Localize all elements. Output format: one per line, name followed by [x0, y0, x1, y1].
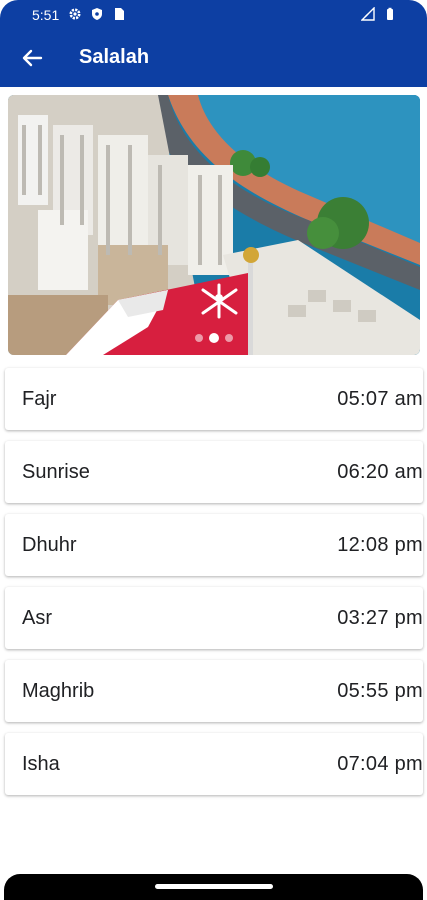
status-bar: 5:51: [0, 0, 427, 30]
battery-icon: [387, 7, 393, 20]
home-handle[interactable]: [154, 884, 273, 889]
page-title: Salalah: [79, 46, 150, 68]
prayer-time: 07:04 pm: [337, 753, 423, 775]
back-button[interactable]: [16, 42, 48, 74]
settings-icon: [69, 8, 81, 20]
city-aerial-image: [8, 95, 420, 355]
signal-icon: [361, 7, 375, 21]
prayer-time: 05:07 am: [337, 388, 423, 410]
carousel-indicator: [8, 333, 420, 343]
sim-card-icon: [115, 8, 124, 20]
prayer-times-list: Fajr 05:07 am Sunrise 06:20 am Dhuhr 12:…: [5, 368, 423, 806]
shield-icon: [92, 8, 102, 20]
arrow-back-icon: [22, 49, 43, 67]
app-bar: 5:51 Salalah: [0, 0, 427, 87]
prayer-name: Fajr: [22, 388, 57, 410]
prayer-row-asr[interactable]: Asr 03:27 pm: [5, 587, 423, 649]
prayer-time: 05:55 pm: [337, 680, 423, 702]
prayer-row-maghrib[interactable]: Maghrib 05:55 pm: [5, 660, 423, 722]
prayer-name: Isha: [22, 753, 60, 775]
title-bar: Salalah: [0, 30, 427, 87]
prayer-name: Sunrise: [22, 461, 90, 483]
carousel-dot-active[interactable]: [209, 333, 219, 343]
carousel-dot[interactable]: [225, 334, 233, 342]
prayer-row-isha[interactable]: Isha 07:04 pm: [5, 733, 423, 795]
prayer-name: Dhuhr: [22, 534, 77, 556]
prayer-row-dhuhr[interactable]: Dhuhr 12:08 pm: [5, 514, 423, 576]
prayer-row-fajr[interactable]: Fajr 05:07 am: [5, 368, 423, 430]
gesture-nav-bar: [4, 874, 423, 900]
phone-screen: 5:51 Salalah Fajr 05:07 am Sunrise 06:20…: [0, 0, 427, 900]
carousel-dot[interactable]: [195, 334, 203, 342]
prayer-name: Asr: [22, 607, 52, 629]
prayer-time: 03:27 pm: [337, 607, 423, 629]
prayer-row-sunrise[interactable]: Sunrise 06:20 am: [5, 441, 423, 503]
prayer-name: Maghrib: [22, 680, 95, 702]
status-time: 5:51: [32, 7, 60, 23]
prayer-time: 12:08 pm: [337, 534, 423, 556]
prayer-time: 06:20 am: [337, 461, 423, 483]
city-image-carousel[interactable]: [8, 95, 420, 355]
